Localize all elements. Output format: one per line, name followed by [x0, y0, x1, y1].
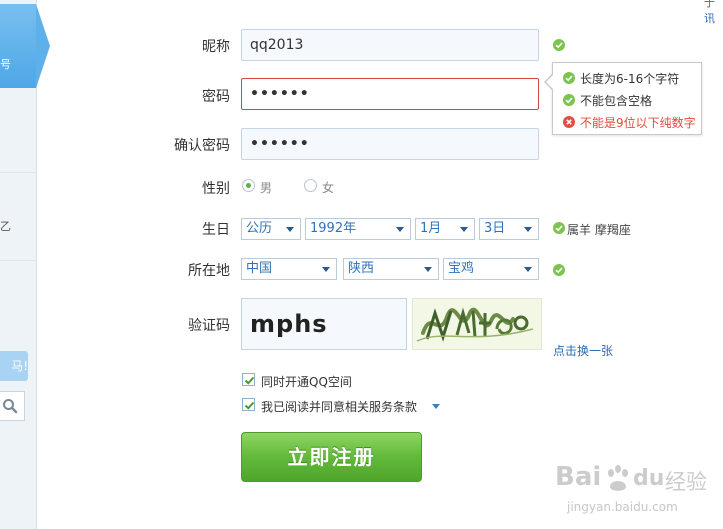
- check-ok-icon: [553, 264, 565, 276]
- captcha-distorted-graphic: [416, 307, 534, 342]
- country-value: 中国: [246, 261, 273, 276]
- nickname-value: qq2013: [250, 37, 304, 53]
- open-qzone-label[interactable]: 同时开通QQ空间: [261, 373, 352, 390]
- password-input[interactable]: ••••••: [241, 78, 539, 110]
- baidu-paw-icon: [608, 465, 628, 491]
- watermark-brand: Bai: [555, 462, 602, 492]
- register-submit-button[interactable]: 立即注册: [241, 432, 422, 482]
- sidebar-fragment-text: 乙: [0, 220, 11, 233]
- sidebar-tab-arrow: [36, 4, 50, 88]
- gender-label: 性别: [202, 181, 230, 197]
- watermark-product: 经验: [665, 470, 707, 494]
- gender-male-radio[interactable]: [242, 179, 255, 192]
- password-label: 密码: [202, 89, 230, 105]
- tooltip-arrow-inner: [546, 75, 553, 89]
- check-ok-icon: [563, 94, 575, 106]
- sidebar-divider: [0, 260, 36, 261]
- birth-year-select[interactable]: 1992年: [305, 218, 411, 240]
- chevron-down-icon: [460, 227, 468, 232]
- calendar-type-select[interactable]: 公历: [241, 218, 301, 240]
- birth-month-value: 1月: [420, 221, 442, 236]
- top-right-link-fragment[interactable]: 于讯: [704, 0, 723, 26]
- captcha-label: 验证码: [188, 318, 230, 334]
- checkmark-icon: [244, 401, 255, 410]
- password-rules-tooltip: 长度为6-16个字符 不能包含空格 不能是9位以下纯数字: [552, 62, 702, 135]
- password-rule: 不能是9位以下纯数字: [563, 114, 696, 131]
- terms-expand-chevron-icon[interactable]: [432, 404, 440, 409]
- city-select[interactable]: 宝鸡: [443, 258, 539, 280]
- country-select[interactable]: 中国: [241, 258, 337, 280]
- captcha-input[interactable]: mphs: [241, 298, 407, 350]
- birth-year-value: 1992年: [310, 221, 357, 236]
- checkmark-icon: [244, 376, 255, 385]
- chevron-down-icon: [322, 267, 330, 272]
- password-rule-text: 长度为6-16个字符: [580, 72, 680, 86]
- birth-month-select[interactable]: 1月: [415, 218, 475, 240]
- chevron-down-icon: [286, 227, 294, 232]
- birth-day-select[interactable]: 3日: [479, 218, 539, 240]
- agree-terms-label[interactable]: 我已阅读并同意相关服务条款: [261, 398, 417, 415]
- captcha-image[interactable]: [412, 298, 542, 350]
- birthday-label: 生日: [202, 222, 230, 238]
- error-x-icon: [563, 116, 575, 128]
- sidebar-tab-text: 号: [0, 58, 11, 71]
- chevron-down-icon: [524, 227, 532, 232]
- gender-female-radio[interactable]: [304, 179, 317, 192]
- birth-day-value: 3日: [484, 221, 506, 236]
- chevron-down-icon: [524, 267, 532, 272]
- confirm-password-input[interactable]: ••••••: [241, 128, 539, 160]
- calendar-type-value: 公历: [246, 221, 273, 236]
- location-label: 所在地: [188, 263, 230, 279]
- chevron-down-icon: [396, 227, 404, 232]
- open-qzone-checkbox[interactable]: [242, 373, 255, 386]
- captcha-refresh-link[interactable]: 点击换一张: [553, 342, 613, 359]
- search-icon[interactable]: [2, 398, 18, 414]
- confirm-password-label: 确认密码: [174, 138, 230, 154]
- password-rule-text: 不能是9位以下纯数字: [580, 116, 696, 130]
- baidu-jingyan-watermark: Bai du 经验 jingyan.baidu.com: [555, 462, 720, 522]
- city-value: 宝鸡: [448, 261, 475, 276]
- gender-female-label[interactable]: 女: [322, 179, 334, 196]
- sidebar-active-tab[interactable]: 号: [0, 4, 36, 88]
- password-rule: 不能包含空格: [563, 92, 652, 109]
- gender-male-label[interactable]: 男: [260, 179, 272, 196]
- agree-terms-checkbox[interactable]: [242, 398, 255, 411]
- province-value: 陕西: [348, 261, 375, 276]
- chevron-down-icon: [424, 267, 432, 272]
- sidebar-search-box[interactable]: [0, 391, 25, 421]
- watermark-url: jingyan.baidu.com: [567, 500, 678, 514]
- password-value: ••••••: [250, 86, 310, 102]
- confirm-password-value: ••••••: [250, 136, 310, 152]
- check-ok-icon: [553, 39, 565, 51]
- nickname-input[interactable]: qq2013: [241, 29, 539, 61]
- check-ok-icon: [563, 72, 575, 84]
- check-ok-icon: [553, 222, 565, 234]
- captcha-value: mphs: [250, 310, 328, 338]
- nickname-label: 昵称: [202, 39, 230, 55]
- watermark-brand-suffix: du: [633, 466, 665, 491]
- sidebar-banner[interactable]: 马!: [0, 351, 28, 381]
- sidebar-divider: [0, 172, 36, 173]
- left-sidebar: 号 乙 马!: [0, 0, 37, 529]
- zodiac-text: 属羊 摩羯座: [567, 223, 631, 237]
- password-rule: 长度为6-16个字符: [563, 70, 679, 87]
- province-select[interactable]: 陕西: [343, 258, 439, 280]
- password-rule-text: 不能包含空格: [580, 94, 653, 108]
